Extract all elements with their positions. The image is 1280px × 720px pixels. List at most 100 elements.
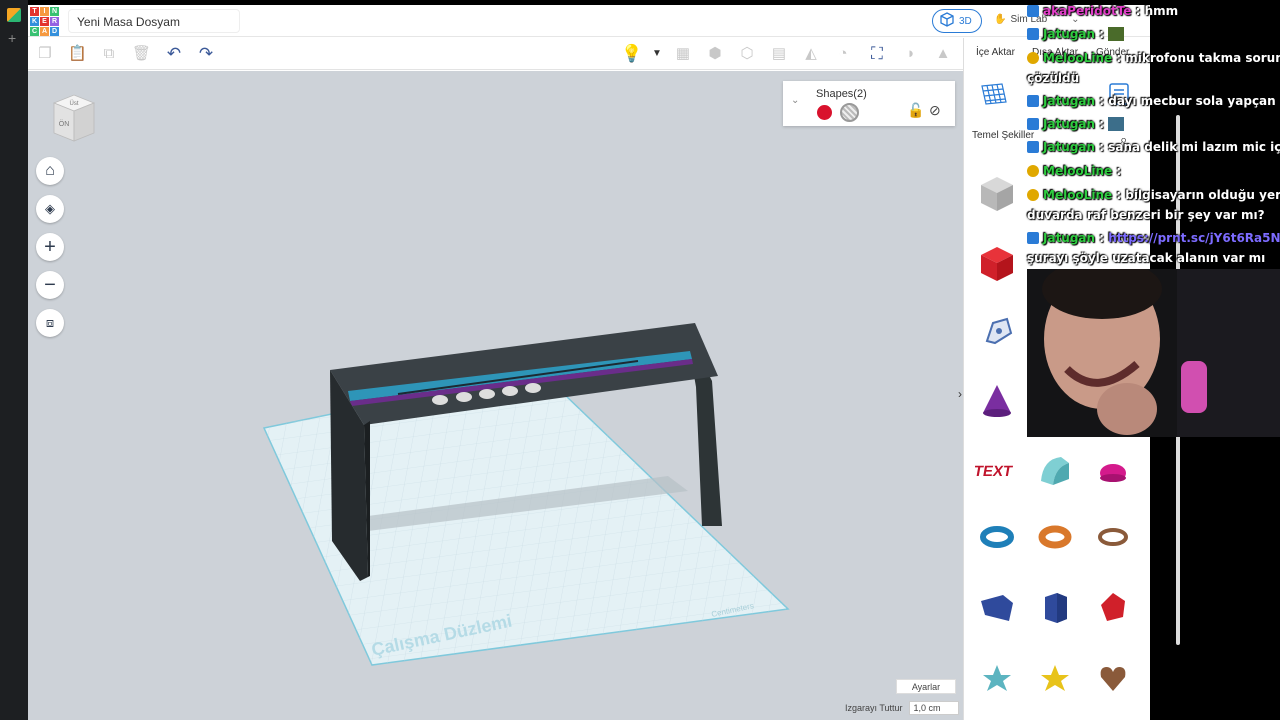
shape-star-teal[interactable] (970, 650, 1024, 704)
logo-letter: E (40, 17, 49, 26)
file-name-field[interactable]: Yeni Masa Dosyam (68, 9, 240, 33)
chat-text: : dayı mecbur sola yapçan (1099, 94, 1276, 108)
camera-icon[interactable]: ⛶ (868, 45, 886, 63)
shape-star-yellow[interactable] (1028, 650, 1082, 704)
tab-import[interactable]: İçe Aktar (976, 47, 1015, 58)
subscriber-badge-icon (1027, 28, 1039, 40)
workplane-canvas[interactable]: Üst ÖN ⌂ ◈ + − ⧈ Çalışma Düzlemi Centime… (28, 71, 963, 720)
ungroup-icon[interactable]: ⬡ (738, 45, 756, 63)
collapse-panel-icon[interactable]: › (958, 387, 968, 407)
new-tab-icon[interactable]: + (8, 30, 16, 46)
app-icon[interactable] (7, 8, 21, 22)
chat-link[interactable]: https://prnt.sc/jY6t6Ra5NTaH (1108, 231, 1280, 245)
copy-icon[interactable]: ❐ (36, 45, 54, 63)
chat-line: Jatugan : https://prnt.sc/jY6t6Ra5NTaH (1027, 231, 1280, 245)
mic-hole[interactable] (456, 392, 472, 402)
shape-box-hole[interactable] (970, 166, 1024, 220)
mic-hole[interactable] (432, 395, 448, 405)
chevron-down-icon[interactable]: ⌄ (791, 95, 799, 106)
coin-badge-icon (1027, 189, 1039, 201)
chat-line: Jatugan : (1027, 117, 1125, 131)
view-3d-button[interactable]: 3D (932, 9, 982, 33)
shape-heart-brown[interactable] (1086, 650, 1140, 704)
chat-user: Jatugan (1043, 27, 1096, 41)
shape-text-red[interactable]: TEXT (970, 442, 1024, 496)
duplicate-icon[interactable]: ⧉ (100, 45, 118, 63)
subscriber-badge-icon (1027, 95, 1039, 107)
chat-user: MelooLine (1043, 188, 1113, 202)
notes-icon[interactable]: ▲ (934, 45, 952, 63)
align-icon[interactable]: ▤ (770, 45, 788, 63)
snap-grid-label: Izgarayı Tuttur (845, 703, 903, 713)
mic-hole[interactable] (525, 383, 541, 393)
chat-text: : (1099, 27, 1105, 41)
solid-color-swatch[interactable] (817, 105, 832, 120)
grid-view-icon[interactable] (980, 80, 1008, 113)
logo-letter: D (50, 27, 59, 36)
subscriber-badge-icon (1027, 232, 1039, 244)
workplane-icon[interactable]: ▦ (674, 45, 692, 63)
chat-user: MelooLine (1043, 164, 1113, 178)
library-selector[interactable]: Temel Şekiller (972, 130, 1034, 141)
shape-hex-prism-navy[interactable] (1028, 580, 1082, 634)
tinkercad-logo[interactable]: T I N K E R C A D (30, 7, 59, 36)
shape-paraboloid-magenta[interactable] (1086, 442, 1140, 496)
cruise-icon[interactable]: ◔ (834, 45, 852, 63)
logo-letter: I (40, 7, 49, 16)
mic-hole[interactable] (502, 386, 518, 396)
chat-line: çözüldü (1027, 71, 1079, 85)
chevron-down-icon[interactable]: ▼ (648, 45, 666, 63)
shape-roof-teal[interactable] (1028, 442, 1082, 496)
chat-line: MelooLine : mikrofonu takma sorun (1027, 51, 1280, 65)
library-label: Temel Şekiller (972, 130, 1035, 141)
hole-swatch[interactable] (840, 103, 859, 122)
shape-cone-purple[interactable] (970, 374, 1024, 428)
ruler-icon[interactable]: ◗ (902, 45, 920, 63)
shape-wedge-navy[interactable] (970, 580, 1024, 634)
chat-user: Jatugan (1043, 117, 1096, 131)
svg-text:TEXT: TEXT (975, 463, 1014, 480)
webcam-overlay (1027, 269, 1280, 437)
chat-text: çözüldü (1027, 71, 1080, 85)
shapes-count-label: Shapes(2) (816, 88, 867, 100)
snap-grid-select[interactable]: 1,0 cm (908, 701, 959, 715)
shape-box-red[interactable] (970, 236, 1024, 290)
chat-text: şurayı şöyle uzatacak alanın var mı (1027, 251, 1266, 265)
hand-icon: ✋ (994, 14, 1007, 25)
chat-line: akaPeridotTe : hmm (1027, 4, 1178, 18)
lock-icon[interactable]: 🔓 (907, 102, 924, 119)
chat-text: : sana delik mi lazım mic için (1099, 140, 1280, 154)
chat-line: Jatugan : (1027, 27, 1125, 41)
delete-icon[interactable]: 🗑 (132, 45, 151, 63)
cube-icon (939, 11, 955, 31)
undo-icon[interactable]: ↶ (165, 45, 183, 63)
chat-line: MelooLine : (1027, 164, 1121, 178)
mic-hole[interactable] (479, 389, 495, 399)
chat-line: duvarda raf benzeri bir şey var mı? (1027, 208, 1265, 222)
shape-torus-blue[interactable] (970, 508, 1024, 562)
emote-icon (1108, 117, 1125, 131)
shape-ring-brown[interactable] (1086, 508, 1140, 562)
shape-scribble[interactable] (970, 304, 1024, 358)
paste-icon[interactable]: 📋 (68, 45, 87, 63)
lightbulb-icon[interactable]: 💡 (621, 45, 642, 63)
group-icon[interactable]: ⬢ (706, 45, 724, 63)
coin-badge-icon (1027, 165, 1039, 177)
logo-letter: C (30, 27, 39, 36)
shape-icosahedron-red[interactable] (1086, 580, 1140, 634)
chat-user: Jatugan (1043, 94, 1096, 108)
chat-text: : mikrofonu takma sorun (1116, 51, 1280, 65)
logo-letter: T (30, 7, 39, 16)
chat-text: : (1099, 231, 1105, 245)
redo-icon[interactable]: ↷ (197, 45, 215, 63)
settings-button[interactable]: Ayarlar (896, 679, 956, 694)
scene-3d[interactable]: Çalışma Düzlemi Centimeters (28, 71, 963, 720)
chat-text: : (1099, 117, 1105, 131)
hide-icon[interactable]: ⊘ (929, 102, 941, 119)
emote-icon (1108, 27, 1125, 41)
chat-line: Jatugan : dayı mecbur sola yapçan (1027, 94, 1276, 108)
view-3d-label: 3D (959, 15, 972, 27)
subscriber-badge-icon (1027, 118, 1039, 130)
shape-tube-orange[interactable] (1028, 508, 1082, 562)
mirror-icon[interactable]: ◭ (802, 45, 820, 63)
